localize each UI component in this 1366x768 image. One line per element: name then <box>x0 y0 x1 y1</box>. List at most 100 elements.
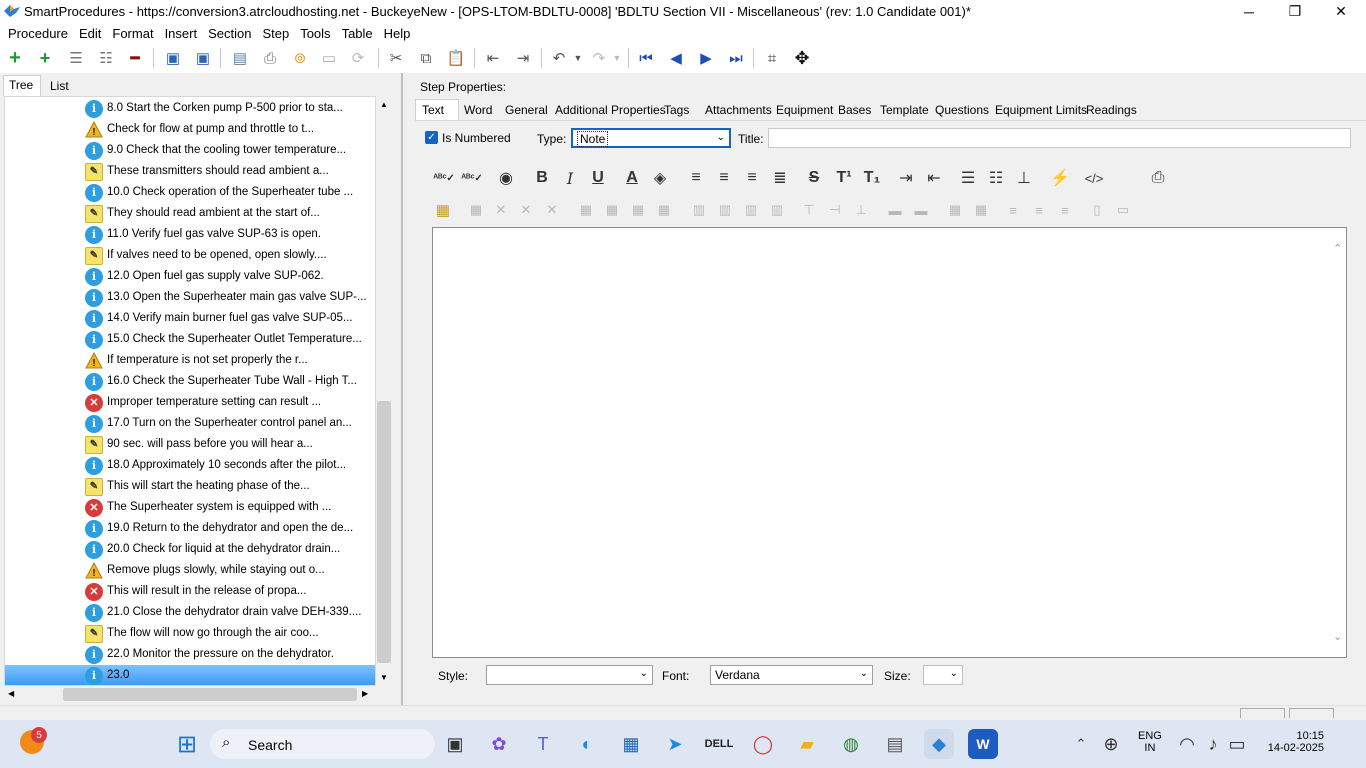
link-icon[interactable]: ⊚ <box>288 46 312 70</box>
strikethrough-icon[interactable]: S <box>802 167 826 189</box>
collapse-icon[interactable]: ☰ <box>64 46 88 70</box>
numbered-list-icon[interactable]: ☷ <box>984 167 1008 189</box>
align-left-icon[interactable]: ≡ <box>684 167 708 189</box>
tab-tags[interactable]: Tags <box>664 103 689 117</box>
copy-icon[interactable]: ⧉ <box>414 46 438 70</box>
tree-row[interactable]: ! If temperature is not set properly the … <box>5 350 375 371</box>
scroll-right-icon[interactable]: ▶ <box>362 689 368 698</box>
split-down-icon[interactable]: ▥ <box>766 200 788 220</box>
split-cell-icon[interactable]: ▥ <box>688 200 710 220</box>
publish-icon[interactable]: ▤ <box>228 46 252 70</box>
cell-align-left-icon[interactable]: ≡ <box>1002 200 1024 220</box>
tab-word[interactable]: Word <box>464 103 492 117</box>
underline-icon[interactable]: U <box>586 167 610 189</box>
cell-properties-icon[interactable]: ▦ <box>653 200 675 220</box>
tree-row[interactable]: i 14.0 Verify main burner fuel gas valve … <box>5 308 375 329</box>
insert-row-above-icon[interactable]: ▦ <box>575 200 597 220</box>
superscript-icon[interactable]: T¹ <box>832 167 856 189</box>
tree-row[interactable]: i 22.0 Monitor the pressure on the dehydr… <box>5 644 375 665</box>
editor-scroll-up-icon[interactable]: ⌃ <box>1333 242 1342 255</box>
tree-row[interactable]: i 11.0 Verify fuel gas valve SUP-63 is op… <box>5 224 375 245</box>
menu-edit[interactable]: Edit <box>74 26 106 41</box>
menu-insert[interactable]: Insert <box>160 26 203 41</box>
horizontal-rule-icon[interactable]: ⊥ <box>1012 167 1036 189</box>
style-select[interactable]: ⌄ <box>486 665 653 685</box>
cell-shading-icon[interactable]: ▬ <box>910 200 932 220</box>
image-icon[interactable]: ▭ <box>317 46 341 70</box>
tab-list[interactable]: List <box>50 79 69 93</box>
tab-questions[interactable]: Questions <box>935 103 989 117</box>
tree-row[interactable]: i 18.0 Approximately 10 seconds after the… <box>5 455 375 476</box>
save-all-icon[interactable]: ▣ <box>191 46 215 70</box>
is-numbered-checkbox[interactable]: ✓ <box>425 131 438 144</box>
menu-format[interactable]: Format <box>107 26 158 41</box>
scroll-thumb-horizontal[interactable] <box>63 688 357 701</box>
font-select[interactable]: Verdana ⌄ <box>710 665 873 685</box>
tree-row[interactable]: i 21.0 Close the dehydrator drain valve D… <box>5 602 375 623</box>
minimize-button[interactable]: ─ <box>1226 0 1272 23</box>
scroll-thumb[interactable] <box>377 401 391 663</box>
table-grid-alt-icon[interactable]: ▦ <box>970 200 992 220</box>
tree-row[interactable]: ✕ This will result in the release of prop… <box>5 581 375 602</box>
tab-template[interactable]: Template <box>880 103 929 117</box>
tab-general[interactable]: General <box>505 103 548 117</box>
tab-text[interactable]: Text <box>422 103 444 117</box>
tab-attachments[interactable]: Attachments <box>705 103 772 117</box>
delete-table-icon[interactable]: ✕ <box>490 200 512 220</box>
align-center-icon[interactable]: ≡ <box>712 167 736 189</box>
tab-tree[interactable]: Tree <box>9 78 33 92</box>
task-view-icon[interactable]: ▣ <box>440 729 470 759</box>
tree-row[interactable]: i 15.0 Check the Superheater Outlet Tempe… <box>5 329 375 350</box>
spellcheck-icon[interactable]: ᴬᴮᶜ✓ <box>432 167 456 189</box>
editor-scroll-down-icon[interactable]: ⌄ <box>1333 630 1342 643</box>
add-substep-icon[interactable]: + <box>33 46 57 70</box>
row-align-top-icon[interactable]: ⊤ <box>798 200 820 220</box>
delete-row-icon[interactable]: ✕ <box>515 200 537 220</box>
tree-row[interactable]: ! Check for flow at pump and throttle to … <box>5 119 375 140</box>
tab-readings[interactable]: Readings <box>1086 103 1137 117</box>
taskbar-search-box[interactable]: ⌕ Search <box>210 729 435 759</box>
tree-row[interactable]: i 20.0 Check for liquid at the dehydrator… <box>5 539 375 560</box>
tab-bases[interactable]: Bases <box>838 103 871 117</box>
first-step-icon[interactable]: ⏮ <box>634 46 658 70</box>
edge-icon[interactable]: ◐ <box>572 729 602 759</box>
print-text-icon[interactable]: ⎙ <box>1146 167 1170 189</box>
menu-section[interactable]: Section <box>203 26 256 41</box>
store-icon[interactable]: ▦ <box>616 729 646 759</box>
delete-column-icon[interactable]: ✕ <box>541 200 563 220</box>
justify-icon[interactable]: ≣ <box>768 167 792 189</box>
tree-row[interactable]: ✎ This will start the heating phase of th… <box>5 476 375 497</box>
tree-horizontal-scrollbar[interactable]: ◀ ▶ <box>4 686 372 703</box>
tree-row[interactable]: i 13.0 Open the Superheater main gas valv… <box>5 287 375 308</box>
tree-row[interactable]: ! Remove plugs slowly, while staying out … <box>5 560 375 581</box>
table-properties-icon[interactable]: ▦ <box>465 200 487 220</box>
tree-vertical-scrollbar[interactable]: ▲ ▼ <box>376 96 393 686</box>
paste-icon[interactable]: 📋 <box>444 46 468 70</box>
align-right-icon[interactable]: ≡ <box>740 167 764 189</box>
network-status-icon[interactable]: ⊕ <box>1096 729 1126 759</box>
menu-help[interactable]: Help <box>379 26 416 41</box>
bold-icon[interactable]: B <box>530 167 554 189</box>
power-automate-icon[interactable]: ➤ <box>660 729 690 759</box>
panel-splitter[interactable] <box>401 73 403 705</box>
subscript-icon[interactable]: T₁ <box>860 167 884 189</box>
file-explorer-icon[interactable]: ▰ <box>792 729 822 759</box>
chrome-icon[interactable]: ◍ <box>836 729 866 759</box>
expand-icon[interactable]: ☷ <box>94 46 118 70</box>
windows-start-icon[interactable]: ⊞ <box>172 729 202 759</box>
row-align-middle-icon[interactable]: ⊣ <box>824 200 846 220</box>
italic-icon[interactable]: I <box>558 167 582 189</box>
menu-procedure[interactable]: Procedure <box>3 26 73 41</box>
spellcheck-icon[interactable]: ⌗ <box>760 46 784 70</box>
column-width-icon[interactable]: ▯ <box>1086 200 1108 220</box>
row-height-icon[interactable]: ▭ <box>1112 200 1134 220</box>
tree-row[interactable]: ✎ If valves need to be opened, open slowl… <box>5 245 375 266</box>
previous-step-icon[interactable]: ◀ <box>664 46 688 70</box>
input-language[interactable]: ENG IN <box>1138 730 1162 754</box>
merge-down-icon[interactable]: ▥ <box>740 200 762 220</box>
tab-equipment-limits[interactable]: Equipment Limits <box>995 103 1087 117</box>
opera-icon[interactable]: ◯ <box>748 729 778 759</box>
row-align-bottom-icon[interactable]: ⊥ <box>850 200 872 220</box>
tree-row[interactable]: i 12.0 Open fuel gas supply valve SUP-062… <box>5 266 375 287</box>
cut-icon[interactable]: ✂ <box>384 46 408 70</box>
